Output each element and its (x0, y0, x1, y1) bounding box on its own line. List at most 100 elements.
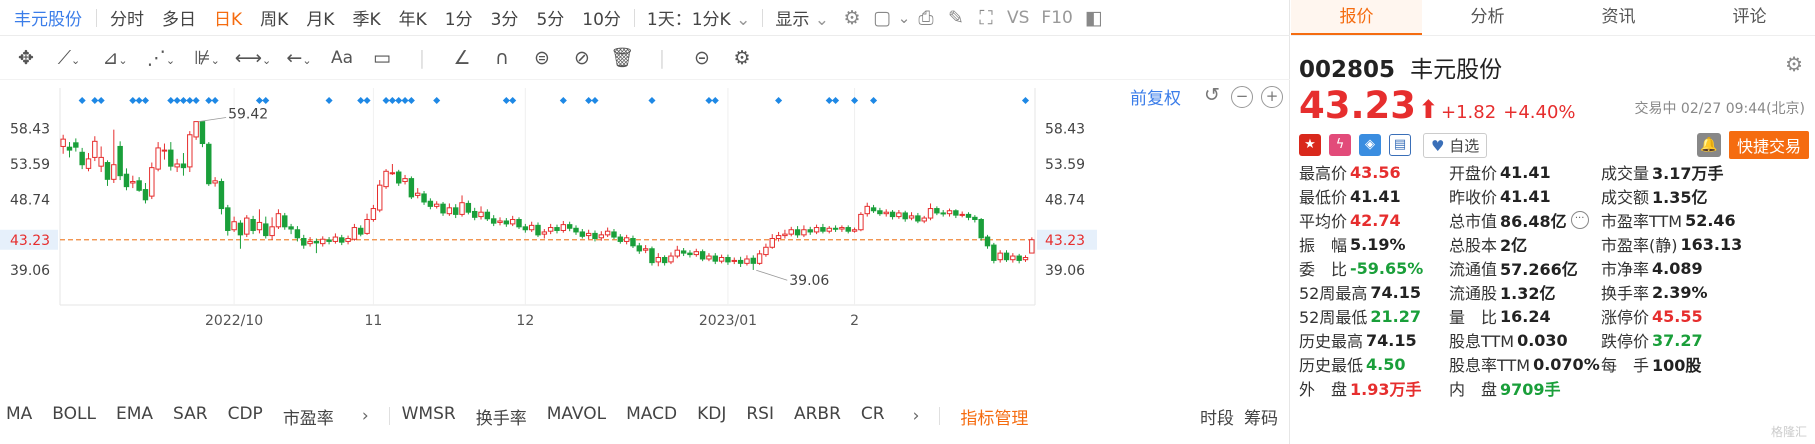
period-tab[interactable]: 10分 (573, 5, 630, 30)
chevron-down-icon[interactable]: ⌄ (897, 9, 911, 27)
candle-body (902, 212, 908, 220)
display-select[interactable]: 显示 ⌄ (767, 5, 837, 30)
ruler-icon[interactable]: ∠ (442, 47, 482, 69)
fullscreen-icon[interactable]: ⛶ (971, 7, 1001, 29)
interval-select[interactable]: 1天：1分K ⌄ (639, 5, 758, 30)
stat-value: 4.50 (1366, 354, 1406, 374)
indicator-item[interactable]: BOLL (46, 404, 110, 429)
indicator-item[interactable]: RSI (740, 404, 788, 429)
session-button[interactable]: 时段 (1200, 404, 1234, 429)
stat-value: 9709手 (1500, 380, 1561, 399)
gear-icon[interactable]: ⚙ (1785, 52, 1803, 76)
indicator-item[interactable]: SAR (167, 404, 222, 429)
stat-label: 市盈率(静) (1601, 236, 1678, 255)
fib-tool-icon[interactable]: ⊯⌄ (184, 47, 230, 69)
candle-body (237, 222, 244, 236)
indicator-item[interactable]: EMA (110, 404, 167, 429)
period-tab[interactable]: 多日 (153, 5, 205, 30)
range-tool-icon[interactable]: ⟷⌄ (230, 47, 276, 69)
hide-icon[interactable]: ⊘ (562, 47, 602, 69)
more-icon[interactable]: ··· (1570, 211, 1589, 229)
indicator-item[interactable]: 市盈率 (277, 404, 348, 429)
stat-label: 量 比 (1449, 308, 1498, 327)
indicator-item[interactable]: CDP (222, 404, 277, 429)
eye-icon[interactable]: ⊜ (522, 47, 562, 69)
lightning-icon[interactable]: ϟ (1329, 134, 1351, 156)
panel-tab[interactable]: 资讯 (1553, 0, 1684, 35)
quick-trade-button[interactable]: 快捷交易 (1728, 131, 1809, 159)
candle-body (452, 207, 459, 215)
period-tab[interactable]: 1分 (436, 5, 482, 30)
indicator-item[interactable]: KDJ (691, 404, 740, 429)
period-tab[interactable]: 月K (297, 5, 343, 30)
note-icon[interactable]: ▤ (1389, 134, 1411, 156)
chips-button[interactable]: 筹码 (1244, 404, 1278, 429)
arrow-tool-icon[interactable]: ←⌄ (276, 47, 322, 69)
candle-body (339, 237, 345, 243)
indicator-item[interactable]: MAVOL (541, 404, 620, 429)
adjust-mode-button[interactable]: 前复权 (1130, 84, 1181, 109)
stat-cell: 股息率TTM 0.070% (1449, 352, 1601, 376)
candle-body (984, 236, 991, 247)
candle-body (858, 213, 864, 231)
text-tool-icon[interactable]: Aa (322, 48, 362, 68)
period-tab[interactable]: 3分 (482, 5, 528, 30)
indicator-item[interactable]: MACD (620, 404, 691, 429)
channel-tool-icon[interactable]: ⊿⌄ (92, 47, 138, 69)
add-watchlist-button[interactable]: ♥ 自选 (1423, 132, 1488, 158)
vs-button[interactable]: VS (1001, 8, 1035, 28)
zoom-out-icon[interactable]: − (1231, 85, 1253, 108)
period-tab[interactable]: 日K (205, 5, 251, 30)
settings-icon[interactable]: ⚙ (722, 47, 762, 69)
candle-body (168, 149, 174, 167)
indicator-list-sub: WMSR 换手率 MAVOL MACD KDJ RSI ARBR CR (396, 404, 899, 429)
stat-value: 16.24 (1500, 306, 1551, 326)
camera-icon[interactable]: ⎙ (911, 7, 941, 29)
period-tab[interactable]: 周K (251, 5, 297, 30)
indicator-manage-button[interactable]: 指标管理 (946, 404, 1042, 429)
candle-body (782, 233, 788, 237)
panel-tab[interactable]: 分析 (1422, 0, 1553, 35)
stats-row: 最高价 43.56 开盘价 41.41 成交量 3.17万手 (1299, 160, 1809, 184)
stats-row: 最低价 41.41 昨收价 41.41 成交额 1.35亿 (1299, 184, 1809, 208)
period-tab[interactable]: 季K (343, 5, 389, 30)
wave-tool-icon[interactable]: ⋰⌄ (138, 47, 184, 69)
flag-icon[interactable]: ★ (1299, 134, 1321, 156)
zoom-in-icon[interactable]: + (1261, 85, 1283, 108)
drawing-toolbar: ✥ ⟋⌄ ⊿⌄ ⋰⌄ ⊯⌄ ⟷⌄ ←⌄ Aa ▭ | ∠ ∩ ⊜ ⊘ 🗑 | ⊝… (0, 36, 1290, 80)
period-tab[interactable]: 5分 (527, 5, 573, 30)
chart-type-icon[interactable]: ▢ (867, 7, 897, 29)
comment-icon[interactable]: ▭ (362, 47, 402, 69)
candle-body (756, 253, 763, 264)
indicator-item[interactable]: 换手率 (470, 404, 541, 429)
candle-body (244, 217, 250, 235)
indicator-item[interactable]: ARBR (788, 404, 855, 429)
move-icon[interactable]: ✥ (6, 47, 46, 69)
candle-body (554, 227, 560, 231)
indicator-item[interactable]: CR (855, 404, 899, 429)
f10-button[interactable]: F10 (1035, 8, 1078, 28)
candle-body (832, 227, 839, 230)
stock-name-link[interactable]: 丰元股份 (0, 5, 92, 30)
pencil-icon[interactable]: ✎ (941, 7, 971, 29)
panel-tab[interactable]: 报价 (1291, 0, 1422, 35)
bell-icon[interactable]: 🔔 (1696, 133, 1721, 157)
trash-icon[interactable]: 🗑 (602, 46, 642, 69)
kline-chart[interactable]: 2022/10 11 12 2023/01 2 58.43 58.43 53.59 53.59 4… (0, 80, 1290, 390)
indicator-item[interactable]: WMSR (396, 404, 470, 429)
gear-icon[interactable]: ⚙ (837, 7, 867, 29)
period-tab[interactable]: 年K (390, 5, 436, 30)
panel-tab[interactable]: 评论 (1684, 0, 1815, 35)
reset-icon[interactable]: ↺ (1201, 85, 1223, 108)
candle-body (364, 219, 370, 234)
indicator-item[interactable]: MA (0, 404, 46, 429)
panel-toggle-icon[interactable]: ◧ (1079, 7, 1109, 29)
line-tool-icon[interactable]: ⟋⌄ (46, 47, 92, 69)
period-tab[interactable]: 分时 (101, 5, 153, 30)
chevron-right-icon[interactable]: › (348, 406, 383, 426)
chevron-right-icon[interactable]: › (899, 406, 934, 426)
tag-icon[interactable]: ◈ (1359, 134, 1381, 156)
magnet-icon[interactable]: ∩ (482, 47, 522, 69)
link-icon[interactable]: ⊝ (682, 47, 722, 69)
event-marker (591, 96, 599, 105)
